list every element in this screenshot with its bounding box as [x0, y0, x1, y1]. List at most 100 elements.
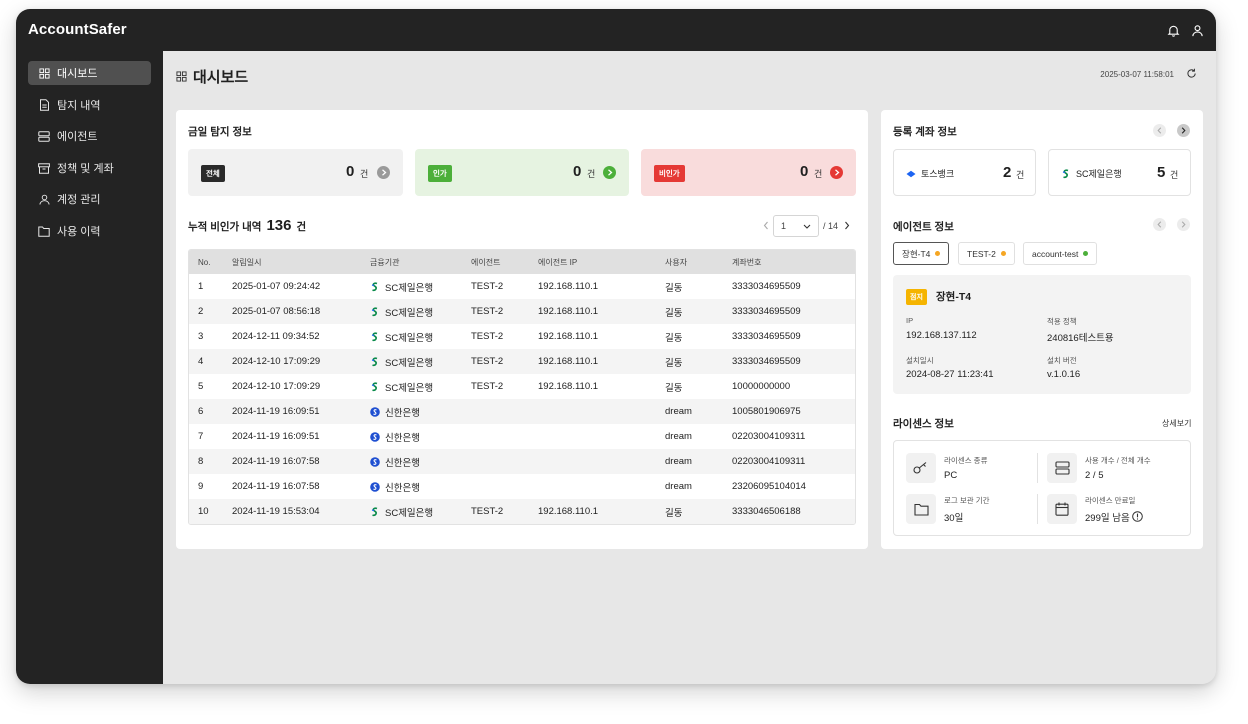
table-cell: 길동	[665, 332, 683, 344]
server-icon	[38, 130, 50, 142]
detection-card: 금일 탐지 정보 전체 0 건 인가 0 건 비인가 0 건 누적 비인가 내역	[176, 110, 868, 549]
sidebar-item-agents[interactable]: 에이전트	[28, 124, 151, 148]
user-icon[interactable]	[1189, 22, 1205, 38]
sc-bank-logo-icon	[1061, 168, 1071, 179]
stat-tag: 인가	[428, 165, 452, 182]
table-cell: 2024-11-19 16:07:58	[232, 481, 320, 492]
table-row[interactable]: 2 2025-01-07 08:56:18 SC제일은행 TEST-2 192.168.…	[189, 299, 855, 324]
accum-count: 136	[266, 217, 292, 234]
agent-detail: 점지 장현-T4 IP 192.168.137.112 적용 정책 240816…	[893, 275, 1191, 394]
installed-value: 2024-08-27 11:23:41	[906, 369, 994, 380]
chevron-right-icon[interactable]	[844, 221, 850, 232]
table-row[interactable]: 6 2024-11-19 16:09:51 신한은행 dream 10058019069…	[189, 399, 855, 424]
refresh-icon[interactable]	[1186, 68, 1198, 80]
main-content: 대시보드 2025-03-07 11:58:01 금일 탐지 정보 전체 0 건…	[163, 51, 1216, 684]
shinhan-logo-icon	[370, 406, 380, 417]
agent-name: 장현-T4	[936, 291, 972, 303]
log-retention-value: 30일	[944, 513, 964, 524]
agents-title: 에이전트 정보	[893, 221, 954, 233]
table-row[interactable]: 4 2024-12-10 17:09:29 SC제일은행 TEST-2 192.168.…	[189, 349, 855, 374]
stat-total: 전체 0 건	[188, 149, 403, 196]
stat-unit: 건	[360, 169, 369, 179]
sidebar-item-label: 정책 및 계좌	[57, 163, 114, 175]
chevron-right-icon[interactable]	[830, 166, 843, 179]
table-cell: 2025-01-07 09:24:42	[232, 281, 321, 292]
ip-value: 192.168.137.112	[906, 330, 977, 341]
table-row[interactable]: 10 2024-11-19 15:53:04 SC제일은행 TEST-2 192.168…	[189, 499, 855, 524]
version-value: v.1.0.16	[1047, 369, 1081, 380]
chevron-right-icon[interactable]	[377, 166, 390, 179]
page-number: 1	[781, 221, 787, 231]
chevron-left-icon[interactable]	[763, 221, 769, 232]
brand-logo: AccountSafer	[28, 21, 127, 38]
column-header: 알림일시	[232, 257, 262, 267]
table-cell: TEST-2	[471, 281, 504, 292]
sidebar-item-policies[interactable]: 정책 및 계좌	[28, 156, 151, 180]
table-cell: 9	[198, 481, 204, 492]
page-select[interactable]: 1	[773, 215, 819, 237]
key-icon	[906, 453, 936, 483]
bell-icon[interactable]	[1165, 22, 1181, 38]
log-retention-label: 로그 보관 기간	[944, 496, 990, 505]
table-cell: 6	[198, 406, 204, 417]
chevron-left-icon[interactable]	[1153, 124, 1166, 137]
table-row[interactable]: 8 2024-11-19 16:07:58 신한은행 dream 02203004109…	[189, 449, 855, 474]
chevron-right-icon[interactable]	[1177, 124, 1190, 137]
table-cell: dream	[665, 481, 692, 492]
table-row[interactable]: 1 2025-01-07 09:24:42 SC제일은행 TEST-2 192.168.…	[189, 274, 855, 299]
table-cell: SC제일은행	[370, 355, 471, 369]
table-cell: 2024-11-19 16:09:51	[232, 406, 320, 417]
sidebar-item-dashboard[interactable]: 대시보드	[28, 61, 151, 85]
server-icon	[1047, 453, 1077, 483]
app-window: AccountSafer 대시보드 탐지 내역 에이전트 정책 및 계좌 계정 …	[16, 9, 1216, 684]
table-row[interactable]: 9 2024-11-19 16:07:58 신한은행 dream 23206095104…	[189, 474, 855, 499]
license-detail-link[interactable]: 상세보기	[1162, 418, 1191, 429]
table-cell: 192.168.110.1	[538, 281, 599, 292]
policy-value: 240816테스트용	[1047, 333, 1114, 344]
today-title: 금일 탐지 정보	[188, 126, 252, 138]
agent-tab[interactable]: TEST-2	[958, 242, 1015, 265]
table-cell: 길동	[665, 357, 683, 369]
table-cell: 192.168.110.1	[538, 506, 599, 517]
unauthorized-table: No. 알림일시 금융기관 에이전트 에이전트 IP 사용자 계좌번호 1 202…	[188, 249, 856, 525]
stat-count: 0	[800, 163, 809, 180]
sidebar-item-detections[interactable]: 탐지 내역	[28, 93, 151, 117]
chevron-left-icon[interactable]	[1153, 218, 1166, 231]
stat-unauthorized: 비인가 0 건	[641, 149, 856, 196]
table-row[interactable]: 5 2024-12-10 17:09:29 SC제일은행 TEST-2 192.168.…	[189, 374, 855, 399]
bank-card-sc[interactable]: SC제일은행 5 건	[1048, 149, 1191, 196]
document-icon	[38, 99, 50, 111]
table-cell: SC제일은행	[370, 280, 471, 294]
table-cell: dream	[665, 456, 692, 467]
accumulated-unauthorized: 누적 비인가 내역 136 건	[188, 217, 306, 234]
table-row[interactable]: 7 2024-11-19 16:09:51 신한은행 dream 02203004109…	[189, 424, 855, 449]
info-icon[interactable]	[1132, 509, 1143, 527]
table-cell: 2025-01-07 08:56:18	[232, 306, 321, 317]
license-type-value: PC	[944, 470, 958, 481]
usage-value: 2 / 5	[1085, 470, 1104, 481]
chevron-right-icon[interactable]	[1177, 218, 1190, 231]
stat-unit: 건	[814, 169, 823, 179]
chevron-right-icon[interactable]	[603, 166, 616, 179]
table-cell: 4	[198, 356, 204, 367]
table-cell: 신한은행	[370, 430, 471, 444]
table-cell: 10000000000	[732, 381, 791, 392]
sidebar-item-accounts[interactable]: 계정 관리	[28, 187, 151, 211]
column-header: 금융기관	[370, 257, 400, 267]
sidebar-item-history[interactable]: 사용 이력	[28, 219, 151, 243]
table-cell: 2	[198, 306, 204, 317]
divider	[1037, 453, 1038, 483]
table-cell: 신한은행	[370, 455, 471, 469]
info-card: 등록 계좌 정보 토스뱅크 2 건 SC제일은행 5 건 에이전트 정보 장현-…	[881, 110, 1203, 549]
table-cell: 7	[198, 431, 204, 442]
table-row[interactable]: 3 2024-12-11 09:34:52 SC제일은행 TEST-2 192.168.…	[189, 324, 855, 349]
agent-tab[interactable]: account-test	[1023, 242, 1098, 265]
bank-card-toss[interactable]: 토스뱅크 2 건	[893, 149, 1036, 196]
table-cell: 길동	[665, 507, 683, 519]
table-cell: TEST-2	[471, 506, 504, 517]
table-cell: 3333034695509	[732, 331, 801, 342]
sidebar-item-label: 사용 이력	[57, 226, 101, 238]
agent-tab[interactable]: 장현-T4	[893, 242, 950, 265]
toss-logo-icon	[906, 169, 916, 179]
column-header: No.	[198, 257, 211, 267]
